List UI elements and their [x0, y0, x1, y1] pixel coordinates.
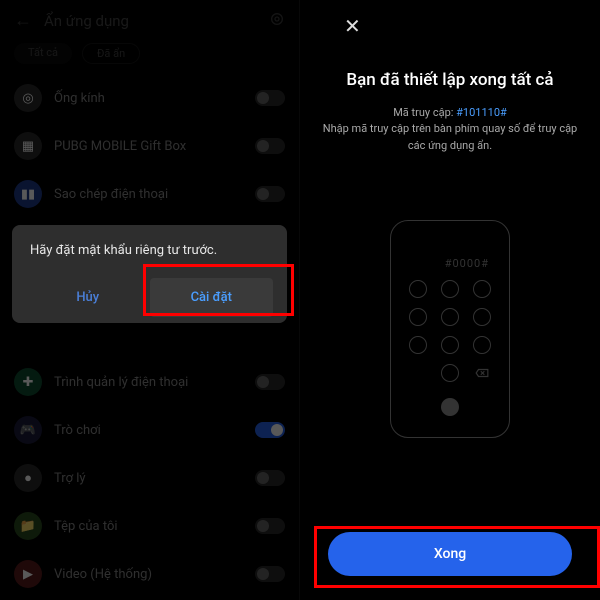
right-panel: ✕ Bạn đã thiết lập xong tất cả Mã truy c…: [300, 0, 600, 600]
highlight-done: [314, 526, 600, 588]
phone-mockup: #0000#: [390, 220, 510, 438]
key-1: [409, 280, 427, 298]
key-6: [473, 308, 491, 326]
key-blank: [409, 364, 427, 382]
key-3: [473, 280, 491, 298]
key-2: [441, 280, 459, 298]
close-icon[interactable]: ✕: [344, 14, 361, 38]
key-8: [441, 336, 459, 354]
code-prefix: Mã truy cập:: [393, 106, 456, 119]
highlight-settings: [143, 264, 294, 316]
key-4: [409, 308, 427, 326]
home-key: [441, 398, 459, 416]
key-9: [473, 336, 491, 354]
key-7: [409, 336, 427, 354]
key-0: [441, 364, 459, 382]
setup-title: Bạn đã thiết lập xong tất cả: [320, 70, 580, 90]
delete-icon: [473, 364, 491, 382]
left-panel: ← Ẩn ứng dụng Tất cả Đã ẩn ◎Ống kính▦PUB…: [0, 0, 300, 600]
phone-display: #0000#: [407, 257, 493, 280]
access-code-line: Mã truy cập: #101110#: [320, 106, 580, 119]
spacer: [409, 392, 427, 410]
key-5: [441, 308, 459, 326]
keypad: [407, 280, 493, 416]
instruction-text: Nhập mã truy cập trên bàn phím quay số đ…: [320, 121, 580, 154]
access-code: #101110#: [456, 106, 507, 119]
cancel-button[interactable]: Hủy: [26, 278, 150, 317]
dialog-message: Hãy đặt mật khẩu riêng tư trước.: [26, 243, 273, 258]
spacer: [473, 392, 491, 410]
